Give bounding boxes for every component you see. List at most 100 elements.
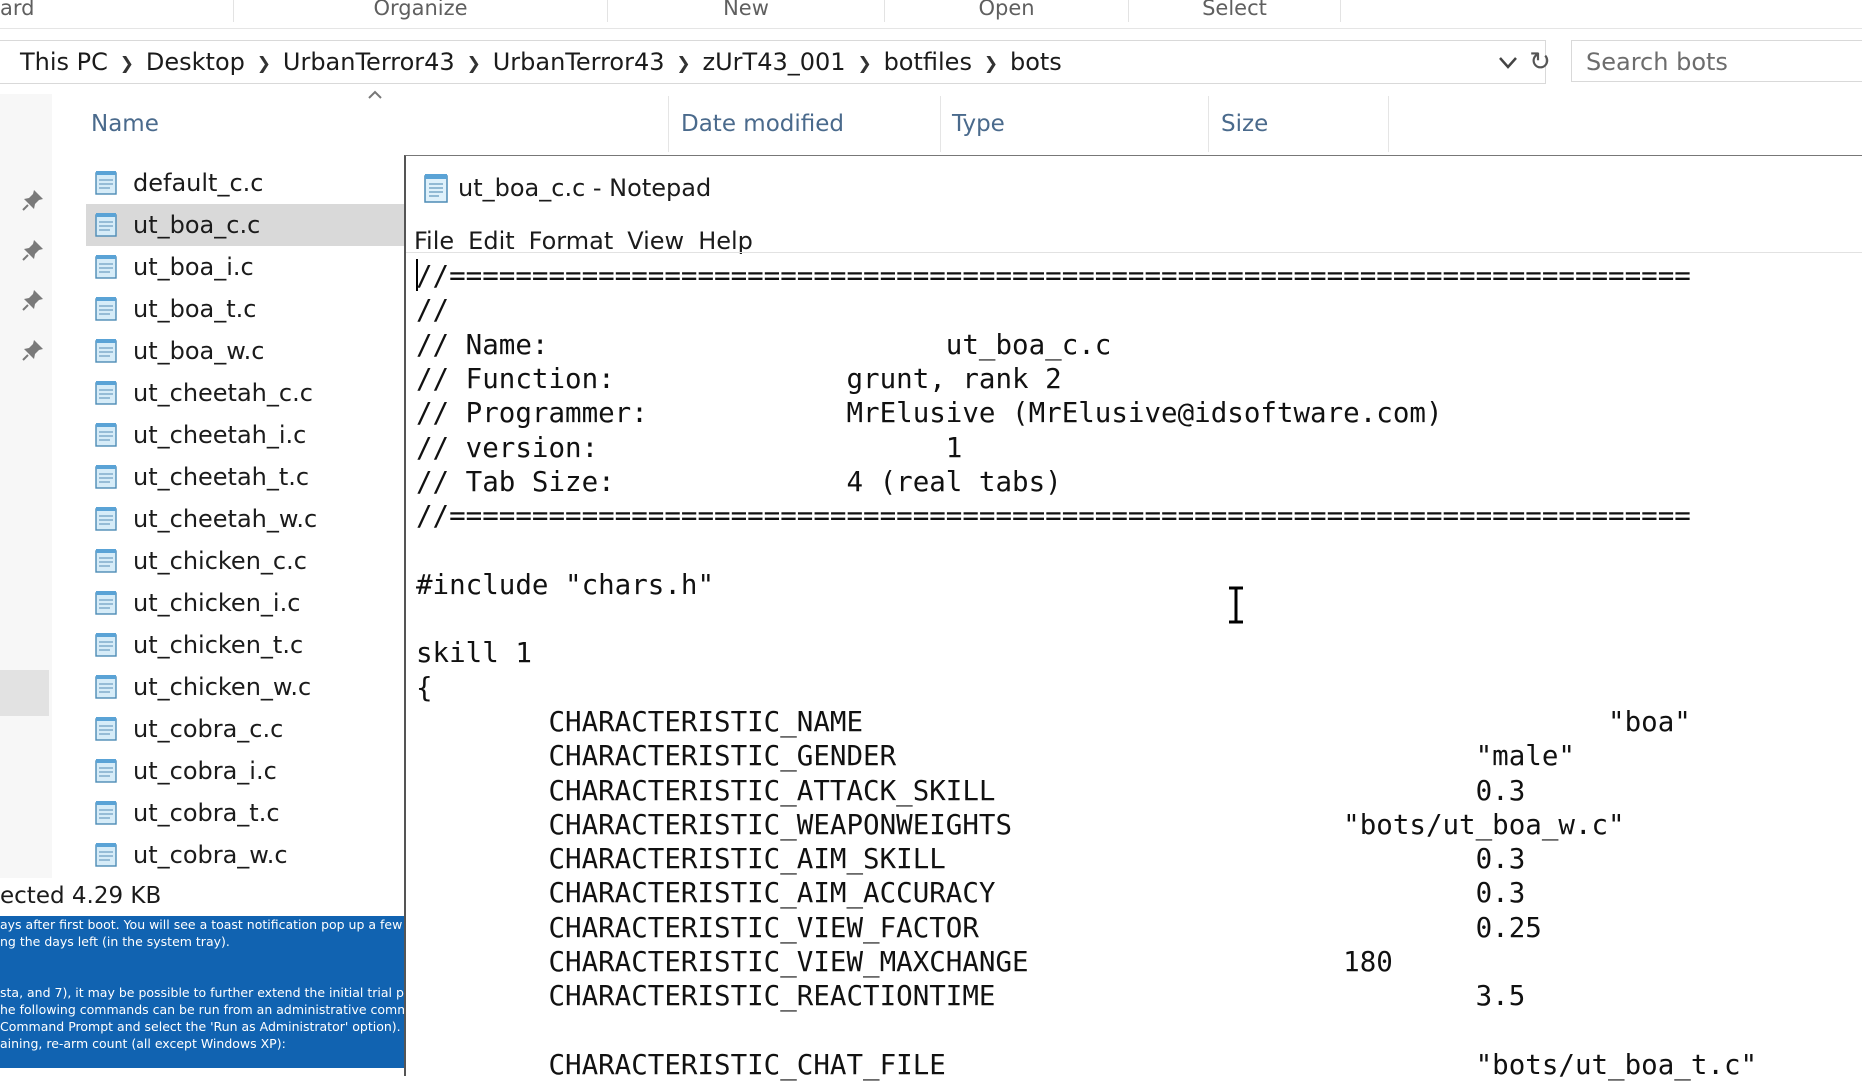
code-line: #include "chars.h" [416, 568, 715, 601]
navigation-pane[interactable] [0, 94, 52, 914]
file-name: ut_chicken_i.c [133, 589, 301, 617]
document-text-line: he following commands can be run from an… [0, 1002, 406, 1017]
file-row[interactable]: ut_cheetah_w.c [86, 498, 406, 540]
column-divider[interactable] [940, 96, 941, 152]
text-file-icon [95, 801, 117, 825]
pin-icon[interactable] [20, 237, 46, 263]
file-row[interactable]: ut_boa_c.c [86, 204, 406, 246]
text-cursor-icon [1229, 586, 1243, 624]
ribbon-group-new[interactable]: New [608, 0, 884, 24]
breadcrumb-zurt43[interactable]: zUrT43_001 [703, 41, 846, 83]
column-divider[interactable] [1388, 96, 1389, 152]
chevron-right-icon[interactable]: ❯ [108, 43, 146, 85]
file-row[interactable]: ut_chicken_t.c [86, 624, 406, 666]
document-text-line: Command Prompt and select the 'Run as Ad… [0, 1019, 401, 1034]
file-name: ut_cobra_t.c [133, 799, 280, 827]
breadcrumb-urbanterror43-sub[interactable]: UrbanTerror43 [493, 41, 665, 83]
ribbon-divider [1340, 0, 1341, 22]
file-list: default_c.c ut_boa_c.c ut_boa_i.c ut_boa_t.… [86, 162, 406, 876]
column-divider[interactable] [668, 96, 669, 152]
column-header-type[interactable]: Type [952, 94, 1005, 154]
chevron-right-icon[interactable]: ❯ [455, 43, 493, 85]
pin-icon[interactable] [20, 187, 46, 213]
file-row[interactable]: default_c.c [86, 162, 406, 204]
file-row[interactable]: ut_cobra_c.c [86, 708, 406, 750]
file-name: ut_cobra_w.c [133, 841, 288, 869]
file-name: ut_cheetah_t.c [133, 463, 310, 491]
pin-icon[interactable] [20, 287, 46, 313]
code-line: skill 1 [416, 637, 532, 670]
column-header-name[interactable]: Name [91, 94, 159, 154]
chevron-down-icon[interactable] [1494, 49, 1522, 75]
code-line: // Name: ut_boa_c.c [416, 328, 1112, 361]
text-file-icon [95, 171, 117, 195]
code-line: CHARACTERISTIC_REACTIONTIME 3.5 [416, 980, 1526, 1013]
file-name: ut_boa_i.c [133, 253, 254, 281]
document-text-line: ng the days left (in the system tray). [0, 934, 230, 949]
file-name: default_c.c [133, 169, 264, 197]
refresh-icon[interactable]: ↻ [1524, 47, 1556, 77]
ribbon-group-organize[interactable]: Organize [234, 0, 607, 24]
ribbon-group-clipboard[interactable]: ard [0, 0, 40, 24]
notepad-titlebar[interactable]: ut_boa_c.c - Notepad [406, 156, 1862, 216]
notepad-icon [424, 174, 448, 203]
file-row[interactable]: ut_cheetah_i.c [86, 414, 406, 456]
breadcrumb-urbanterror43[interactable]: UrbanTerror43 [283, 41, 455, 83]
file-name: ut_cheetah_w.c [133, 505, 318, 533]
code-line: CHARACTERISTIC_NAME "boa" [416, 705, 1691, 738]
code-line: { [416, 671, 433, 704]
notepad-text-area[interactable]: //======================================… [406, 252, 1862, 1081]
breadcrumb-bots[interactable]: bots [1010, 41, 1062, 83]
file-row[interactable]: ut_cobra_i.c [86, 750, 406, 792]
file-row[interactable]: ut_chicken_c.c [86, 540, 406, 582]
text-file-icon [95, 633, 117, 657]
code-line: CHARACTERISTIC_WEAPONWEIGHTS "bots/ut_bo… [416, 808, 1625, 841]
ribbon-group-open[interactable]: Open [885, 0, 1128, 24]
sort-up-icon [368, 90, 382, 99]
ribbon-group-select[interactable]: Select [1129, 0, 1340, 24]
chevron-right-icon[interactable]: ❯ [665, 43, 703, 85]
file-row[interactable]: ut_boa_i.c [86, 246, 406, 288]
text-file-icon [95, 255, 117, 279]
address-bar[interactable]: This PC ❯ Desktop ❯ UrbanTerror43 ❯ UrbanTerro… [0, 40, 1551, 85]
text-file-icon [95, 549, 117, 573]
file-row[interactable]: ut_cheetah_t.c [86, 456, 406, 498]
breadcrumb-botfiles[interactable]: botfiles [884, 41, 972, 83]
file-row[interactable]: ut_cobra_w.c [86, 834, 406, 876]
search-input[interactable]: Search bots [1571, 40, 1862, 82]
text-file-icon [95, 675, 117, 699]
file-row[interactable]: ut_cheetah_c.c [86, 372, 406, 414]
text-file-icon [95, 591, 117, 615]
text-file-icon [95, 381, 117, 405]
text-file-icon [95, 423, 117, 447]
chevron-right-icon[interactable]: ❯ [972, 43, 1010, 85]
file-name: ut_boa_c.c [133, 211, 261, 239]
pin-icon[interactable] [20, 337, 46, 363]
file-name: ut_cobra_c.c [133, 715, 284, 743]
code-line: CHARACTERISTIC_AIM_SKILL 0.3 [416, 843, 1526, 876]
file-row[interactable]: ut_chicken_i.c [86, 582, 406, 624]
column-header-size[interactable]: Size [1221, 94, 1268, 154]
chevron-right-icon[interactable]: ❯ [245, 43, 283, 85]
code-line: CHARACTERISTIC_GENDER "male" [416, 740, 1575, 773]
document-text-line: ays after first boot. You will see a toa… [0, 917, 403, 932]
file-row[interactable]: ut_boa_t.c [86, 288, 406, 330]
notepad-title: ut_boa_c.c - Notepad [458, 174, 712, 202]
chevron-right-icon[interactable]: ❯ [846, 43, 884, 85]
breadcrumb-desktop[interactable]: Desktop [146, 41, 245, 83]
notepad-window[interactable]: ut_boa_c.c - Notepad File Edit Format View H… [404, 155, 1862, 1081]
file-row[interactable]: ut_boa_w.c [86, 330, 406, 372]
file-name: ut_chicken_t.c [133, 631, 304, 659]
document-text-line: aining, re-arm count (all except Windows… [0, 1036, 286, 1051]
breadcrumb-this-pc[interactable]: This PC [20, 41, 108, 83]
nav-selected-item[interactable] [0, 670, 49, 716]
column-header-date[interactable]: Date modified [681, 94, 844, 154]
file-name: ut_cheetah_i.c [133, 421, 307, 449]
column-divider[interactable] [1208, 96, 1209, 152]
file-row[interactable]: ut_chicken_w.c [86, 666, 406, 708]
code-line: // Programmer: MrElusive (MrElusive@idso… [416, 397, 1443, 430]
code-line: // version: 1 [416, 431, 963, 464]
file-name: ut_chicken_c.c [133, 547, 307, 575]
text-file-icon [95, 465, 117, 489]
file-row[interactable]: ut_cobra_t.c [86, 792, 406, 834]
